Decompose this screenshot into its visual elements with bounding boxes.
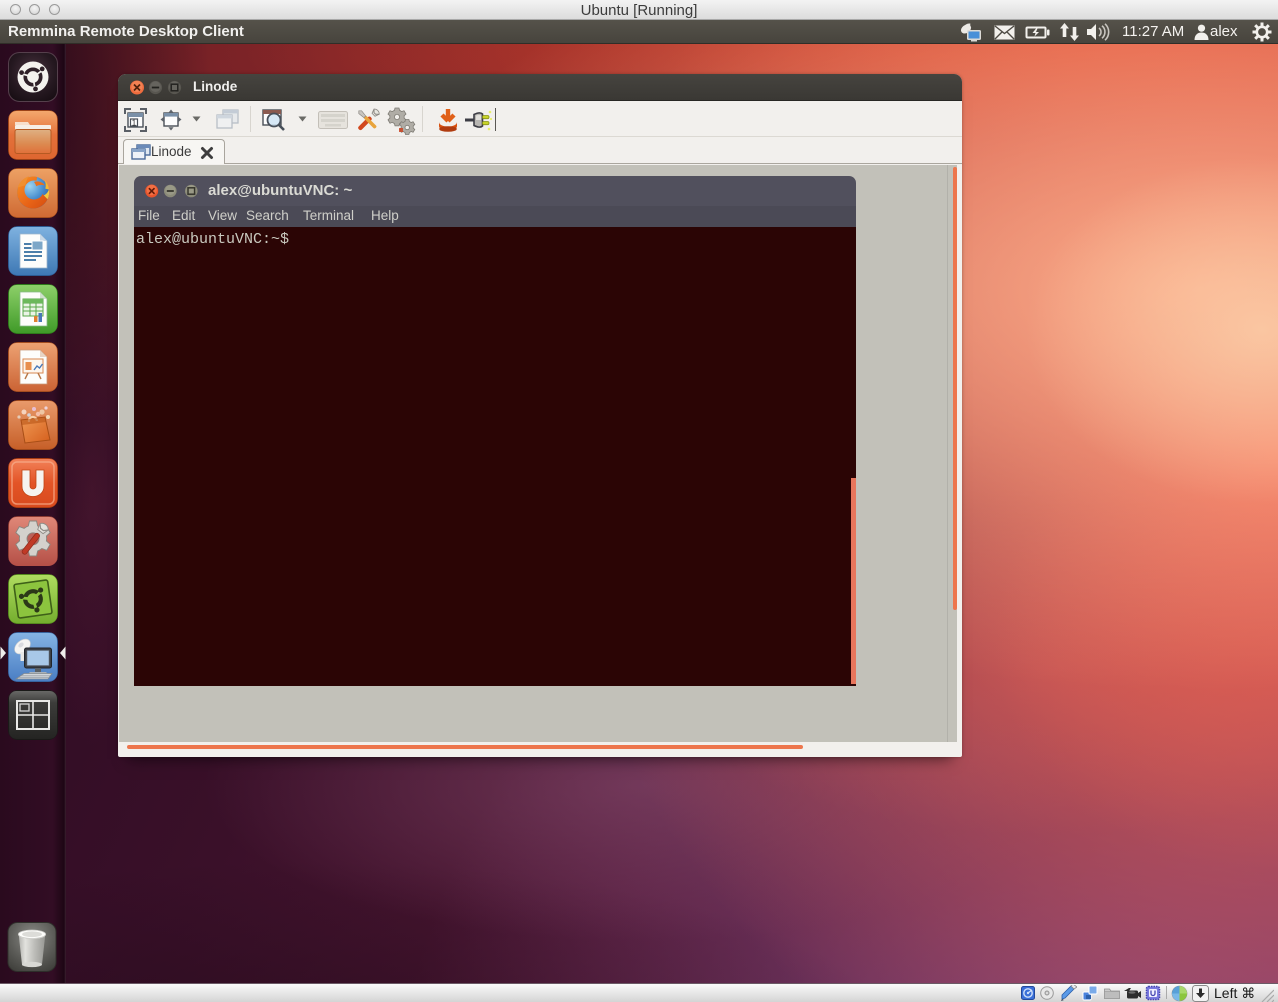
svg-text:1: 1 [132,119,137,128]
